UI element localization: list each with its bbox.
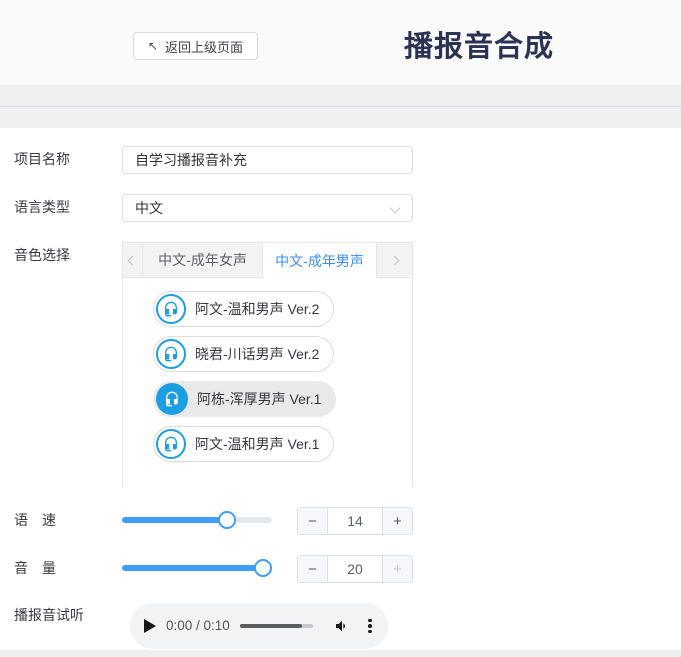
tab-label: 中文-成年女声 (158, 250, 247, 270)
voice-option[interactable]: 晓君-川话男声 Ver.2 (153, 336, 334, 372)
chevron-down-icon (389, 202, 400, 213)
audio-progress-bar[interactable] (240, 624, 313, 628)
chevron-left-icon (128, 255, 138, 265)
speed-slider[interactable] (122, 517, 272, 523)
project-name-label: 项目名称 (14, 151, 70, 167)
back-to-parent-button[interactable]: ↖ 返回上级页面 (133, 32, 258, 60)
tab-label: 中文-成年男声 (275, 251, 364, 271)
volume-slider-thumb[interactable] (254, 559, 272, 577)
speed-slider-thumb[interactable] (218, 511, 236, 529)
voice-option-label: 阿文-温和男声 Ver.1 (195, 434, 319, 454)
voice-panel: 中文-成年女声 中文-成年男声 阿文-温和男声 Ver.2 晓君-川话男声 Ve… (122, 242, 413, 487)
speed-stepper: − 14 + (297, 507, 413, 535)
language-type-label: 语言类型 (14, 199, 70, 215)
volume-icon[interactable] (334, 618, 350, 634)
headset-mic-icon (156, 339, 186, 369)
volume-label: 音 量 (14, 560, 56, 576)
speed-decrease-button[interactable]: − (298, 508, 327, 534)
voice-synthesis-page: ↖ 返回上级页面 播报音合成 项目名称 语言类型 中文 音色选择 中文-成年女声… (0, 0, 681, 657)
volume-increase-button[interactable]: + (383, 556, 412, 582)
speed-label: 语 速 (14, 512, 56, 528)
tab-chinese-adult-female[interactable]: 中文-成年女声 (143, 243, 263, 278)
audio-time: 0:00 / 0:10 (166, 618, 230, 633)
tab-scroll-prev-button[interactable] (123, 243, 143, 278)
divider-line (0, 106, 681, 107)
tab-scroll-next-button[interactable] (377, 243, 412, 278)
voice-option[interactable]: 阿文-温和男声 Ver.2 (153, 291, 334, 327)
volume-slider-fill (122, 565, 272, 571)
voice-list: 阿文-温和男声 Ver.2 晓君-川话男声 Ver.2 阿栋-浑厚男声 Ver.… (123, 278, 412, 487)
volume-stepper: − 20 + (297, 555, 413, 583)
voice-tabbar: 中文-成年女声 中文-成年男声 (123, 243, 412, 278)
audio-player: 0:00 / 0:10 (130, 603, 388, 649)
back-button-label: 返回上级页面 (165, 37, 243, 56)
voice-option-label: 晓君-川话男声 Ver.2 (195, 344, 319, 364)
preview-label: 播报音试听 (14, 607, 84, 623)
volume-slider[interactable] (122, 565, 272, 571)
headset-mic-icon (156, 429, 186, 459)
speed-slider-fill (122, 517, 227, 523)
headset-mic-icon (156, 294, 186, 324)
voice-option-selected[interactable]: 阿栋-浑厚男声 Ver.1 (153, 381, 336, 417)
voice-select-label: 音色选择 (14, 247, 70, 263)
tab-chinese-adult-male[interactable]: 中文-成年男声 (263, 243, 377, 278)
language-select[interactable]: 中文 (122, 194, 413, 222)
audio-progress-played (240, 624, 302, 628)
page-title: 播报音合成 (340, 29, 618, 65)
speed-increase-button[interactable]: + (383, 508, 412, 534)
play-icon[interactable] (144, 619, 156, 633)
page-header: ↖ 返回上级页面 播报音合成 (0, 0, 681, 85)
headset-mic-icon (156, 383, 188, 415)
kebab-menu-icon[interactable] (366, 618, 374, 634)
project-name-input[interactable] (122, 146, 413, 174)
voice-option-label: 阿文-温和男声 Ver.2 (195, 299, 319, 319)
voice-option[interactable]: 阿文-温和男声 Ver.1 (153, 426, 334, 462)
chevron-right-icon (390, 255, 400, 265)
bottom-strip (0, 650, 681, 657)
volume-decrease-button[interactable]: − (298, 556, 327, 582)
speed-value[interactable]: 14 (327, 508, 383, 534)
voice-option-label: 阿栋-浑厚男声 Ver.1 (197, 389, 321, 409)
language-selected-value: 中文 (135, 198, 163, 218)
volume-value[interactable]: 20 (327, 556, 383, 582)
arrow-up-left-icon: ↖ (148, 40, 158, 52)
